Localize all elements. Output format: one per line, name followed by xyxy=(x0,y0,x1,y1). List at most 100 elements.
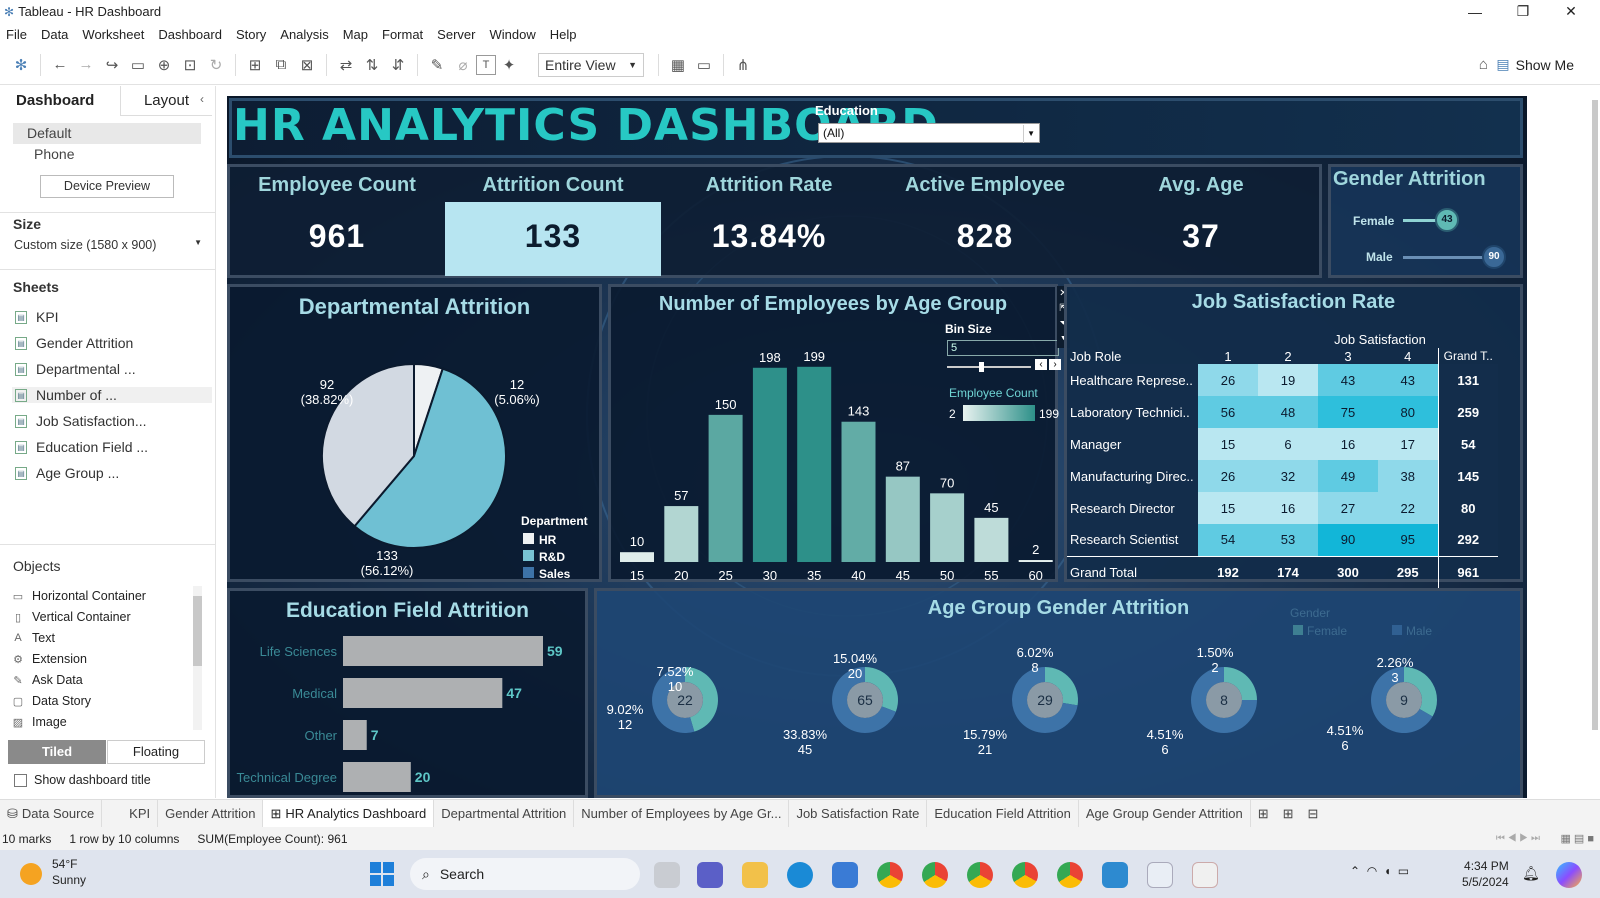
save-icon[interactable]: ▭ xyxy=(125,52,151,78)
floating-toggle[interactable]: Floating xyxy=(107,740,205,764)
store-icon[interactable] xyxy=(832,862,858,888)
tray-icons[interactable]: ⌃ ◠ ◖ ▭ xyxy=(1350,864,1409,878)
collapse-icon[interactable]: ‹ xyxy=(200,92,204,106)
taskbar-search[interactable]: ⌕ Search xyxy=(410,858,640,890)
menu-format[interactable]: Format xyxy=(382,27,423,42)
tableau-home-icon[interactable]: ✻ xyxy=(8,52,34,78)
education-bar[interactable] xyxy=(343,720,367,750)
education-bar[interactable] xyxy=(343,678,503,708)
menu-analysis[interactable]: Analysis xyxy=(280,27,328,42)
canvas-scrollbar[interactable] xyxy=(1589,86,1600,798)
age-bar[interactable] xyxy=(752,367,787,562)
chrome-icon[interactable] xyxy=(967,862,993,888)
age-bar[interactable] xyxy=(664,506,699,562)
swap-icon[interactable]: ⇄ xyxy=(333,52,359,78)
chrome-icon[interactable] xyxy=(877,862,903,888)
menu-story[interactable]: Story xyxy=(236,27,266,42)
menu-map[interactable]: Map xyxy=(343,27,368,42)
undo-icon[interactable]: ← xyxy=(47,52,73,78)
clock[interactable]: 4:34 PM 5/5/2024 xyxy=(1462,858,1509,890)
tab-number-of-employees[interactable]: Number of Employees by Age Gr... xyxy=(574,799,790,828)
highlight-icon[interactable]: ✎ xyxy=(424,52,450,78)
object-image[interactable]: ▨ Image xyxy=(12,715,67,729)
sheet-item[interactable]: ▤ KPI xyxy=(15,309,59,325)
tab-departmental-attrition[interactable]: Departmental Attrition xyxy=(434,799,575,828)
tiled-toggle[interactable]: Tiled xyxy=(8,740,106,764)
group-icon[interactable]: ⌀ xyxy=(450,52,476,78)
sheet-item[interactable]: ▤ Number of ... xyxy=(12,387,212,403)
tab-dashboard[interactable]: Dashboard xyxy=(16,86,94,116)
format-icon[interactable]: ⌂ xyxy=(1470,52,1496,78)
menu-file[interactable]: File xyxy=(6,27,27,42)
labels-icon[interactable]: T xyxy=(476,54,496,75)
objects-scrollbar[interactable] xyxy=(193,586,202,730)
sheet-item[interactable]: ▤ Job Satisfaction... xyxy=(15,413,147,429)
remote-desktop-icon[interactable] xyxy=(1102,862,1128,888)
tab-hr-analytics-dashboard[interactable]: ⊞ HR Analytics Dashboard xyxy=(263,799,435,828)
replay-icon[interactable]: ↪ xyxy=(99,52,125,78)
file-explorer-icon[interactable] xyxy=(742,862,768,888)
close-button[interactable]: ✕ xyxy=(1548,0,1594,23)
age-bar[interactable] xyxy=(620,552,654,562)
age-bar[interactable] xyxy=(974,517,1009,562)
menu-server[interactable]: Server xyxy=(437,27,475,42)
sheet-item[interactable]: ▤ Age Group ... xyxy=(15,465,119,481)
sheet-item[interactable]: ▤ Gender Attrition xyxy=(15,335,133,351)
show-cards-icon[interactable]: ▦ xyxy=(665,52,691,78)
bin-prev-icon[interactable]: ‹ xyxy=(1035,359,1047,370)
new-worksheet-icon[interactable]: ⊞ xyxy=(1251,800,1276,828)
bin-next-icon[interactable]: › xyxy=(1049,359,1061,370)
show-title-checkbox[interactable]: Show dashboard title xyxy=(14,773,151,787)
object-vertical-container[interactable]: ▯ Vertical Container xyxy=(12,610,131,624)
pause-updates-icon[interactable]: ⊡ xyxy=(177,52,203,78)
chrome-icon[interactable] xyxy=(1012,862,1038,888)
default-device[interactable]: Default xyxy=(13,123,201,144)
chrome-icon[interactable] xyxy=(922,862,948,888)
menu-worksheet[interactable]: Worksheet xyxy=(82,27,144,42)
education-bar[interactable] xyxy=(343,762,411,792)
menu-window[interactable]: Window xyxy=(489,27,535,42)
object-ask-data[interactable]: ✎ Ask Data xyxy=(12,673,82,687)
age-bar[interactable] xyxy=(841,421,876,562)
redo-icon[interactable]: → xyxy=(73,52,99,78)
show-me-button[interactable]: ▤ Show Me xyxy=(1496,56,1574,73)
menu-dashboard[interactable]: Dashboard xyxy=(158,27,222,42)
copilot-icon[interactable] xyxy=(1556,862,1582,888)
menu-help[interactable]: Help xyxy=(550,27,577,42)
windows-start-icon[interactable] xyxy=(370,862,394,886)
new-worksheet-icon[interactable]: ⊞ xyxy=(242,52,268,78)
duplicate-icon[interactable]: ⧉ xyxy=(268,52,294,78)
app-icon[interactable] xyxy=(1192,862,1218,888)
sort-ascending-icon[interactable]: ⇅ xyxy=(359,52,385,78)
menu-data[interactable]: Data xyxy=(41,27,68,42)
minimize-button[interactable]: — xyxy=(1452,0,1498,23)
tab-job-satisfaction-rate[interactable]: Job Satisfaction Rate xyxy=(789,799,928,828)
nav-arrows-icon[interactable]: ⏮ ◀ ▶ ⏭ xyxy=(1496,833,1540,844)
tab-age-group-gender-attrition[interactable]: Age Group Gender Attrition xyxy=(1079,799,1251,828)
clear-sheet-icon[interactable]: ⊠ xyxy=(294,52,320,78)
age-bar[interactable] xyxy=(1018,560,1053,562)
sheet-item[interactable]: ▤ Departmental ... xyxy=(15,361,136,377)
tab-education-field-attrition[interactable]: Education Field Attrition xyxy=(927,799,1079,828)
tab-data-source[interactable]: ⛁ Data Source xyxy=(0,799,103,828)
device-preview-button[interactable]: Device Preview xyxy=(40,175,174,198)
refresh-icon[interactable]: ↻ xyxy=(203,52,229,78)
notification-bell-icon[interactable]: 🔔︎ xyxy=(1522,865,1540,882)
age-bar[interactable] xyxy=(930,493,965,562)
education-bar[interactable] xyxy=(343,636,543,666)
age-bar[interactable] xyxy=(885,476,920,562)
share-icon[interactable]: ⋔ xyxy=(730,52,756,78)
size-dropdown[interactable]: Custom size (1580 x 900) ▼ xyxy=(14,238,202,252)
new-dashboard-icon[interactable]: ⊞ xyxy=(1276,800,1301,828)
chrome-icon[interactable] xyxy=(1057,862,1083,888)
education-filter-dropdown[interactable]: (All) ▼ xyxy=(818,123,1040,143)
sort-descending-icon[interactable]: ⇵ xyxy=(385,52,411,78)
tab-kpi[interactable]: KPI xyxy=(122,799,159,828)
presentation-icon[interactable]: ▭ xyxy=(691,52,717,78)
pin-icon[interactable]: ✦ xyxy=(496,52,522,78)
new-story-icon[interactable]: ⊟ xyxy=(1301,800,1326,828)
fit-view-dropdown[interactable]: Entire View ▼ xyxy=(538,52,644,77)
task-view-icon[interactable] xyxy=(654,862,680,888)
object-extension[interactable]: ⚙ Extension xyxy=(12,652,87,666)
tab-gender-attrition[interactable]: Gender Attrition xyxy=(158,799,264,828)
